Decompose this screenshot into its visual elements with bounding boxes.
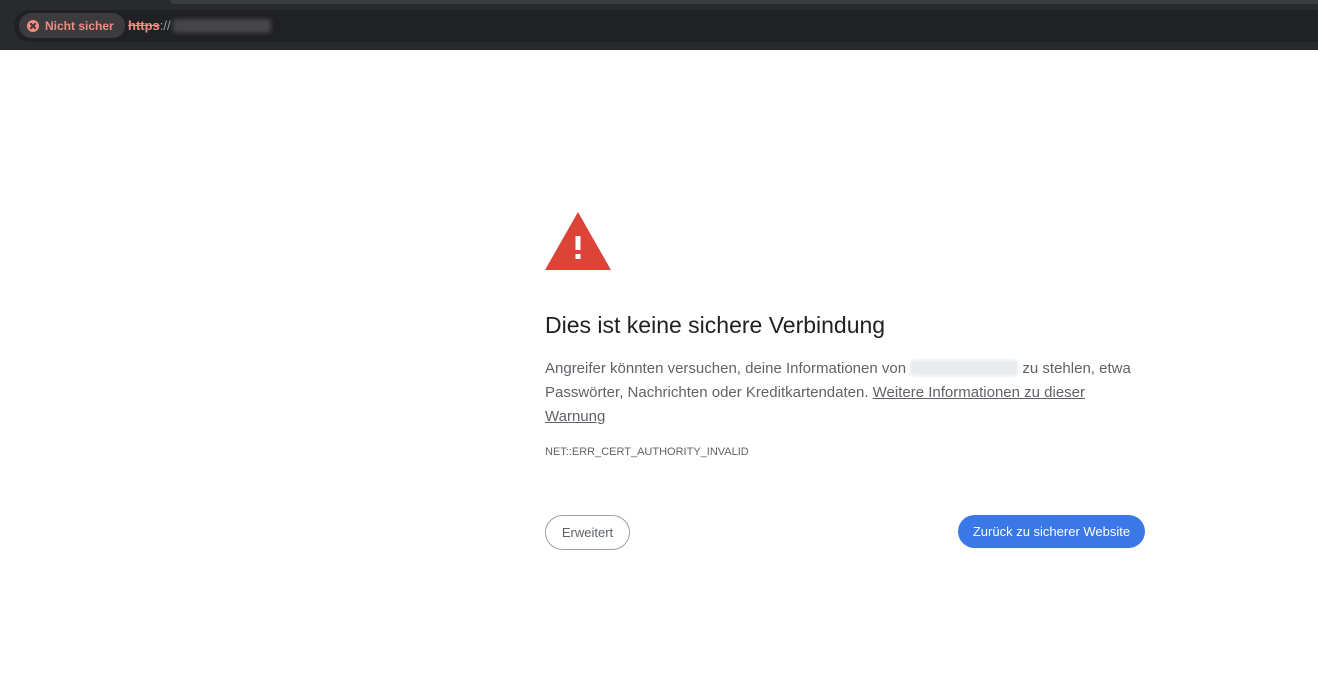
warning-triangle-icon — [545, 212, 611, 270]
url-host-redacted — [172, 18, 271, 33]
advanced-button[interactable]: Erweitert — [545, 515, 630, 550]
error-code[interactable]: NET::ERR_CERT_AUTHORITY_INVALID — [545, 446, 749, 458]
url-text[interactable]: https:// — [128, 18, 271, 33]
security-status-label: Nicht sicher — [45, 18, 114, 33]
url-scheme: https — [128, 18, 160, 33]
error-circle-icon — [27, 19, 39, 32]
back-to-safety-button[interactable]: Zurück zu sicherer Website — [958, 515, 1145, 548]
warning-explanation: Angreifer könnten versuchen, deine Infor… — [545, 357, 1145, 429]
url-separator: :// — [159, 18, 171, 33]
explanation-text-start: Angreifer könnten versuchen, deine Infor… — [545, 360, 911, 377]
tab-strip-edge — [170, 0, 1318, 4]
browser-toolbar: Nicht sicher https:// — [0, 0, 1318, 50]
host-redacted — [910, 360, 1019, 376]
page-title: Dies ist keine sichere Verbindung — [545, 312, 886, 338]
security-status-chip[interactable]: Nicht sicher — [19, 13, 125, 38]
